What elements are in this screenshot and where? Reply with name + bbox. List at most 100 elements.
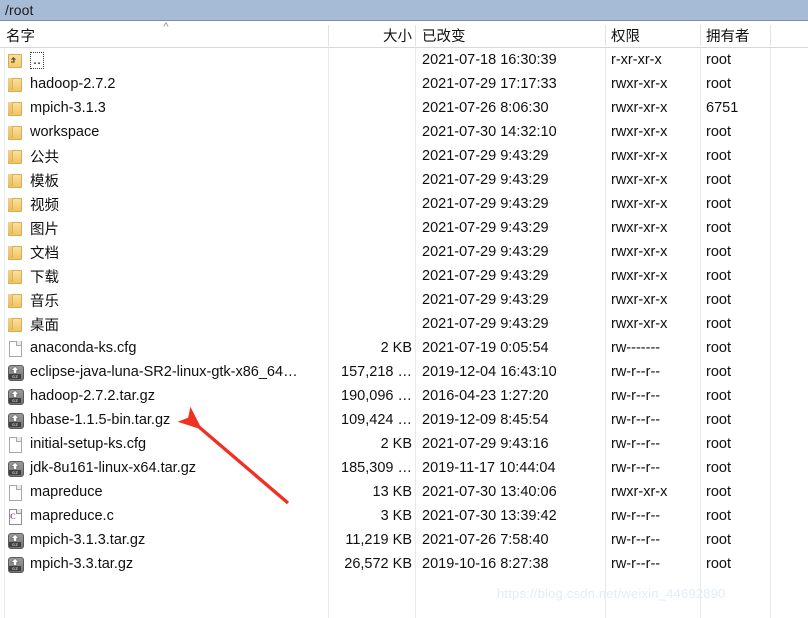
file-name-cell[interactable]: anaconda-ks.cfg bbox=[6, 336, 324, 360]
document-icon bbox=[6, 435, 24, 453]
file-row[interactable]: GZ eclipse-java-luna-SR2-linux-gtk-x86_64… bbox=[0, 360, 808, 384]
column-header-owner[interactable]: 拥有者 bbox=[706, 22, 766, 48]
file-owner-cell: root bbox=[706, 196, 731, 212]
file-row[interactable]: mpich-3.1.3 2021-07-26 8:06:30 rwxr-xr-x 67… bbox=[0, 96, 808, 120]
file-row[interactable]: anaconda-ks.cfg 2 KB 2021-07-19 0:05:54 rw-… bbox=[0, 336, 808, 360]
folder-up-icon bbox=[6, 51, 24, 69]
file-name-label: 桌面 bbox=[30, 317, 59, 334]
file-owner-cell: root bbox=[706, 364, 731, 380]
file-name-cell[interactable]: 下载 bbox=[6, 264, 324, 288]
file-name-cell[interactable]: GZ eclipse-java-luna-SR2-linux-gtk-x86_64… bbox=[6, 360, 324, 384]
file-row[interactable]: 视频 2021-07-29 9:43:29 rwxr-xr-x root bbox=[0, 192, 808, 216]
sort-ascending-icon[interactable]: ^ bbox=[160, 22, 172, 33]
file-name-cell[interactable]: 视频 bbox=[6, 192, 324, 216]
file-name-cell[interactable]: initial-setup-ks.cfg bbox=[6, 432, 324, 456]
file-name-cell[interactable]: GZ jdk-8u161-linux-x64.tar.gz bbox=[6, 456, 324, 480]
file-name-cell[interactable]: 模板 bbox=[6, 168, 324, 192]
file-owner-cell: root bbox=[706, 52, 731, 68]
column-divider-name[interactable] bbox=[328, 25, 329, 46]
file-name-cell[interactable]: mapreduce bbox=[6, 480, 324, 504]
file-row[interactable]: GZ mpich-3.1.3.tar.gz 11,219 KB 2021-07-26 … bbox=[0, 528, 808, 552]
file-modified-cell: 2021-07-26 7:58:40 bbox=[422, 532, 549, 548]
file-size-cell bbox=[330, 144, 412, 168]
column-divider-owner[interactable] bbox=[770, 25, 771, 46]
file-row[interactable]: 图片 2021-07-29 9:43:29 rwxr-xr-x root bbox=[0, 216, 808, 240]
column-divider-permissions[interactable] bbox=[700, 25, 701, 46]
file-permissions-cell: rwxr-xr-x bbox=[611, 124, 668, 140]
file-name-label: anaconda-ks.cfg bbox=[30, 340, 137, 356]
file-owner-cell: root bbox=[706, 340, 731, 356]
file-row[interactable]: 下载 2021-07-29 9:43:29 rwxr-xr-x root bbox=[0, 264, 808, 288]
column-header-size[interactable]: 大小 bbox=[330, 22, 412, 48]
column-header-permissions-label: 权限 bbox=[611, 28, 640, 45]
folder-icon bbox=[6, 123, 24, 141]
column-header-permissions[interactable]: 权限 bbox=[611, 22, 697, 48]
file-name-cell[interactable]: GZ hadoop-2.7.2.tar.gz bbox=[6, 384, 324, 408]
file-owner-cell: root bbox=[706, 532, 731, 548]
file-modified-cell: 2016-04-23 1:27:20 bbox=[422, 388, 549, 404]
folder-icon bbox=[6, 243, 24, 261]
file-row[interactable]: 文档 2021-07-29 9:43:29 rwxr-xr-x root bbox=[0, 240, 808, 264]
file-name-cell[interactable]: GZ mpich-3.3.tar.gz bbox=[6, 552, 324, 576]
file-size-cell: 3 KB bbox=[380, 508, 412, 524]
file-name-label: workspace bbox=[30, 124, 100, 140]
file-name-cell[interactable]: .. bbox=[6, 48, 324, 72]
file-row[interactable]: GZ jdk-8u161-linux-x64.tar.gz 185,309 … 201… bbox=[0, 456, 808, 480]
file-name-cell[interactable]: 公共 bbox=[6, 144, 324, 168]
file-modified-cell: 2021-07-29 9:43:29 bbox=[422, 292, 549, 308]
file-size-cell: 26,572 KB bbox=[344, 556, 412, 572]
file-size-cell bbox=[330, 288, 412, 312]
column-header-modified[interactable]: 已改变 bbox=[422, 22, 600, 48]
file-row[interactable]: mapreduce 13 KB 2021-07-30 13:40:06 rwxr-xr… bbox=[0, 480, 808, 504]
file-row[interactable]: 桌面 2021-07-29 9:43:29 rwxr-xr-x root bbox=[0, 312, 808, 336]
folder-icon bbox=[6, 195, 24, 213]
file-name-cell[interactable]: 桌面 bbox=[6, 312, 324, 336]
file-row[interactable]: initial-setup-ks.cfg 2 KB 2021-07-29 9:43:… bbox=[0, 432, 808, 456]
file-row[interactable]: GZ hadoop-2.7.2.tar.gz 190,096 … 2016-04-23… bbox=[0, 384, 808, 408]
file-owner-cell: root bbox=[706, 148, 731, 164]
file-name-cell[interactable]: hadoop-2.7.2 bbox=[6, 72, 324, 96]
file-owner-cell: root bbox=[706, 244, 731, 260]
file-name-label: 公共 bbox=[30, 149, 59, 166]
file-owner-cell: root bbox=[706, 508, 731, 524]
file-permissions-cell: rwxr-xr-x bbox=[611, 148, 668, 164]
watermark-text: https://blog.csdn.net/weixin_44692890 bbox=[497, 586, 726, 601]
file-owner-cell: root bbox=[706, 268, 731, 284]
file-row[interactable]: GZ mpich-3.3.tar.gz 26,572 KB 2019-10-16 8:… bbox=[0, 552, 808, 576]
file-row[interactable]: 模板 2021-07-29 9:43:29 rwxr-xr-x root bbox=[0, 168, 808, 192]
folder-icon bbox=[6, 219, 24, 237]
file-modified-cell: 2021-07-30 14:32:10 bbox=[422, 124, 557, 140]
file-owner-cell: root bbox=[706, 556, 731, 572]
file-modified-cell: 2019-12-04 16:43:10 bbox=[422, 364, 557, 380]
file-row[interactable]: workspace 2021-07-30 14:32:10 rwxr-xr-x roo… bbox=[0, 120, 808, 144]
file-row[interactable]: Cmapreduce.c 3 KB 2021-07-30 13:39:42 rw-r-… bbox=[0, 504, 808, 528]
file-row[interactable]: 公共 2021-07-29 9:43:29 rwxr-xr-x root bbox=[0, 144, 808, 168]
file-name-cell[interactable]: Cmapreduce.c bbox=[6, 504, 324, 528]
file-name-cell[interactable]: workspace bbox=[6, 120, 324, 144]
file-owner-cell: root bbox=[706, 484, 731, 500]
file-name-label: 视频 bbox=[30, 197, 59, 214]
file-row[interactable]: 音乐 2021-07-29 9:43:29 rwxr-xr-x root bbox=[0, 288, 808, 312]
file-permissions-cell: rw-r--r-- bbox=[611, 508, 661, 524]
file-name-cell[interactable]: GZ hbase-1.1.5-bin.tar.gz bbox=[6, 408, 324, 432]
file-name-label: mapreduce.c bbox=[30, 508, 114, 524]
file-name-label: .. bbox=[33, 51, 42, 68]
file-row[interactable]: hadoop-2.7.2 2021-07-29 17:17:33 rwxr-xr-x… bbox=[0, 72, 808, 96]
file-modified-cell: 2021-07-29 9:43:29 bbox=[422, 268, 549, 284]
file-owner-cell: root bbox=[706, 76, 731, 92]
file-name-cell[interactable]: 图片 bbox=[6, 216, 324, 240]
file-list[interactable]: .. 2021-07-18 16:30:39 r-xr-xr-x root hadoop… bbox=[0, 48, 808, 618]
file-name-cell[interactable]: mpich-3.1.3 bbox=[6, 96, 324, 120]
file-name-cell[interactable]: GZ mpich-3.1.3.tar.gz bbox=[6, 528, 324, 552]
c-source-icon: C bbox=[6, 507, 24, 525]
gzip-icon: GZ bbox=[6, 555, 24, 573]
current-path-label: /root bbox=[5, 2, 34, 18]
column-divider-size[interactable] bbox=[415, 25, 416, 46]
column-divider-modified[interactable] bbox=[605, 25, 606, 46]
file-size-cell bbox=[330, 216, 412, 240]
file-name-cell[interactable]: 音乐 bbox=[6, 288, 324, 312]
file-row[interactable]: GZ hbase-1.1.5-bin.tar.gz 109,424 … 2019-12… bbox=[0, 408, 808, 432]
file-name-label: 图片 bbox=[30, 221, 59, 238]
file-name-cell[interactable]: 文档 bbox=[6, 240, 324, 264]
file-row[interactable]: .. 2021-07-18 16:30:39 r-xr-xr-x root bbox=[0, 48, 808, 72]
